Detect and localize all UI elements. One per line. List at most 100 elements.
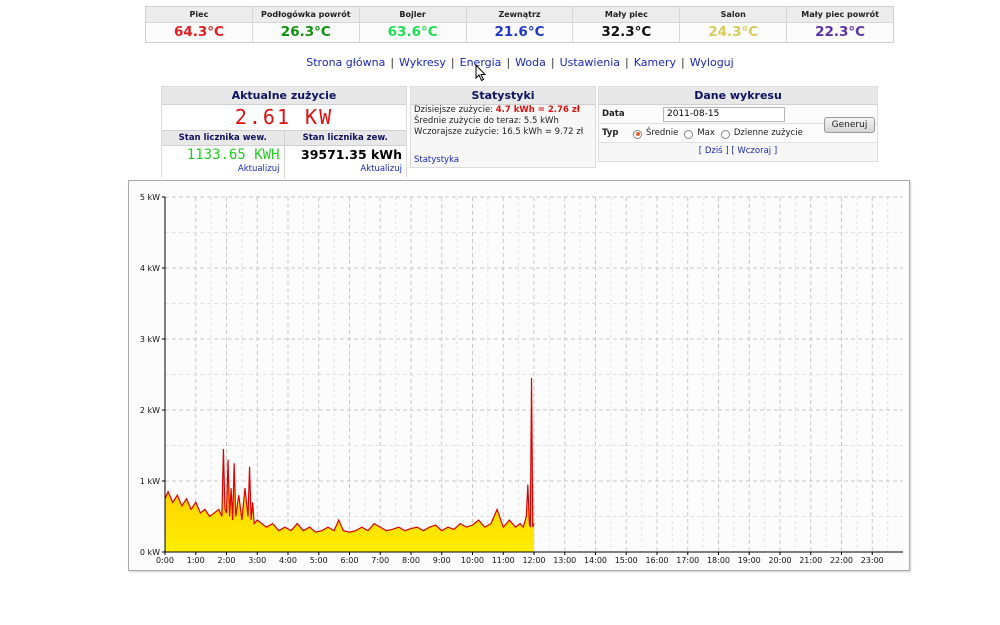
x-tick-label: 22:00	[830, 556, 853, 565]
main-navigation: Strona główna | Wykresy | Energia | Woda | Ustaw…	[0, 56, 1000, 69]
current-usage-title: Aktualne zużycie	[162, 87, 406, 105]
date-label: Data	[602, 109, 625, 119]
nav-separator: |	[450, 56, 455, 69]
x-tick-label: 0:00	[156, 556, 174, 565]
meter-external-update-link[interactable]: Aktualizuj	[285, 164, 407, 174]
temperature-name: Piec	[146, 7, 252, 23]
temperature-cell: Zewnątrz 21.6°C	[466, 7, 574, 42]
type-average-radio[interactable]	[633, 129, 642, 139]
generate-button[interactable]: Generuj	[824, 117, 875, 133]
statistics-link[interactable]: Statystyka	[411, 155, 595, 165]
meter-internal-update-link[interactable]: Aktualizuj	[162, 164, 284, 174]
temperature-strip: Piec 64.3°C Podłogówka powrót 26.3°C Bojler 6…	[145, 6, 894, 43]
x-tick-label: 9:00	[433, 556, 451, 565]
temperature-cell: Salon 24.3°C	[680, 7, 788, 42]
today-usage: Dzisiejsze zużycie: 4.7 kWh = 2.76 zł	[411, 105, 595, 116]
y-tick-label: 5 kW	[140, 193, 160, 202]
temperature-cell: Mały piec powrót 22.3°C	[787, 7, 894, 42]
y-tick-label: 2 kW	[140, 406, 160, 415]
meter-internal-label: Stan licznika wew.	[162, 131, 284, 146]
temperature-name: Zewnątrz	[466, 7, 573, 23]
x-tick-label: 2:00	[218, 556, 236, 565]
meter-internal-value: 1133.65 KWH	[186, 147, 280, 163]
day-links[interactable]: [ Dziś ] [ Wczoraj ]	[599, 143, 877, 159]
meter-readings: Stan licznika wew. 1133.65 KWH Aktualizu…	[162, 130, 406, 178]
power-chart: 0 kW 1 kW 2 kW 3 kW 4 kW 5 kW 0:00 1:00 2:00 3:00…	[128, 180, 910, 571]
x-tick-label: 16:00	[645, 556, 668, 565]
today-usage-label: Dzisiejsze zużycie:	[414, 105, 494, 115]
nav-separator: |	[625, 56, 629, 69]
x-tick-label: 7:00	[371, 556, 389, 565]
type-max-radio[interactable]	[684, 129, 694, 139]
type-average-label: Średnie	[646, 128, 679, 138]
x-tick-label: 15:00	[615, 556, 638, 565]
x-tick-label: 1:00	[187, 556, 205, 565]
nav-link[interactable]: Ustawienia	[560, 56, 620, 69]
nav-link[interactable]: Strona główna	[306, 56, 385, 69]
meter-external-label: Stan licznika zew.	[284, 131, 406, 146]
date-input[interactable]	[663, 106, 785, 122]
nav-link[interactable]: Woda	[515, 56, 546, 69]
power-chart-svg: 0 kW1 kW2 kW3 kW4 kW5 kW0:00 1:00 2:00 3:00…	[140, 193, 903, 565]
nav-link[interactable]: Kamery	[634, 56, 676, 69]
meter-external: Stan licznika zew. 39571.35 kWh Aktualiz…	[284, 131, 407, 178]
temperature-value: 24.3°C	[708, 24, 759, 40]
type-max-label: Max	[697, 128, 715, 138]
temperature-value: 26.3°C	[280, 24, 331, 40]
x-tick-label: 20:00	[768, 556, 791, 565]
type-daily-radio[interactable]	[720, 129, 730, 139]
temperature-name: Bojler	[359, 7, 466, 23]
meter-external-value: 39571.35 kWh	[301, 147, 402, 162]
yesterday-usage: Wczorajsze zużycie: 16.5 kWh = 9.72 zł	[414, 127, 584, 137]
nav-link[interactable]: Wyloguj	[690, 56, 734, 69]
x-tick-label: 6:00	[341, 556, 359, 565]
chart-settings-panel: Dane wykresu Data Typ Średnie Max Dzienn…	[598, 86, 878, 162]
type-label: Typ	[602, 128, 619, 138]
temperature-name: Mały piec	[573, 7, 680, 23]
temperature-cell: Mały piec 32.3°C	[573, 7, 681, 42]
temperature-value: 21.6°C	[494, 24, 545, 40]
y-tick-label: 4 kW	[140, 264, 160, 273]
y-tick-label: 1 kW	[140, 477, 160, 486]
mouse-cursor-icon	[475, 64, 487, 82]
statistics-title: Statystyki	[411, 87, 595, 105]
average-usage: Średnie zużycie do teraz: 5.5 kWh	[414, 116, 559, 126]
nav-separator: |	[550, 56, 555, 69]
temperature-name: Salon	[680, 7, 787, 23]
x-tick-label: 10:00	[461, 556, 484, 565]
x-tick-label: 17:00	[676, 556, 699, 565]
x-tick-label: 23:00	[861, 556, 884, 565]
temperature-value: 32.3°C	[601, 24, 652, 40]
meter-internal: Stan licznika wew. 1133.65 KWH Aktualizu…	[162, 131, 285, 178]
nav-link[interactable]: Wykresy	[399, 56, 446, 69]
x-tick-label: 19:00	[738, 556, 761, 565]
temperature-value: 22.3°C	[815, 24, 866, 40]
x-tick-label: 3:00	[248, 556, 266, 565]
x-tick-label: 21:00	[799, 556, 822, 565]
temperature-cell: Piec 64.3°C	[146, 7, 253, 42]
nav-separator: |	[390, 56, 395, 69]
today-usage-value: 4.7 kWh = 2.76 zł	[495, 105, 580, 115]
x-tick-label: 14:00	[584, 556, 607, 565]
x-tick-label: 4:00	[279, 556, 297, 565]
x-tick-label: 18:00	[707, 556, 730, 565]
chart-settings-title: Dane wykresu	[599, 87, 877, 105]
x-tick-label: 5:00	[310, 556, 328, 565]
nav-separator: |	[681, 56, 685, 69]
temperature-name: Podłogówka powrót	[252, 7, 359, 23]
temperature-value: 64.3°C	[173, 24, 224, 40]
x-tick-label: 12:00	[522, 556, 545, 565]
current-usage-value: 2.61 KW	[162, 105, 406, 130]
x-tick-label: 13:00	[553, 556, 576, 565]
y-tick-label: 3 kW	[140, 335, 160, 344]
temperature-name: Mały piec powrót	[787, 7, 894, 23]
temperature-cell: Bojler 63.6°C	[359, 7, 467, 42]
nav-separator: |	[506, 56, 511, 69]
temperature-cell: Podłogówka powrót 26.3°C	[252, 7, 360, 42]
x-tick-label: 11:00	[492, 556, 515, 565]
x-tick-label: 8:00	[402, 556, 420, 565]
current-usage-panel: Aktualne zużycie 2.61 KW Stan licznika w…	[161, 86, 407, 178]
type-daily-label: Dzienne zużycie	[733, 128, 803, 138]
statistics-panel: Statystyki Dzisiejsze zużycie: 4.7 kWh =…	[410, 86, 596, 168]
temperature-value: 63.6°C	[387, 24, 438, 40]
